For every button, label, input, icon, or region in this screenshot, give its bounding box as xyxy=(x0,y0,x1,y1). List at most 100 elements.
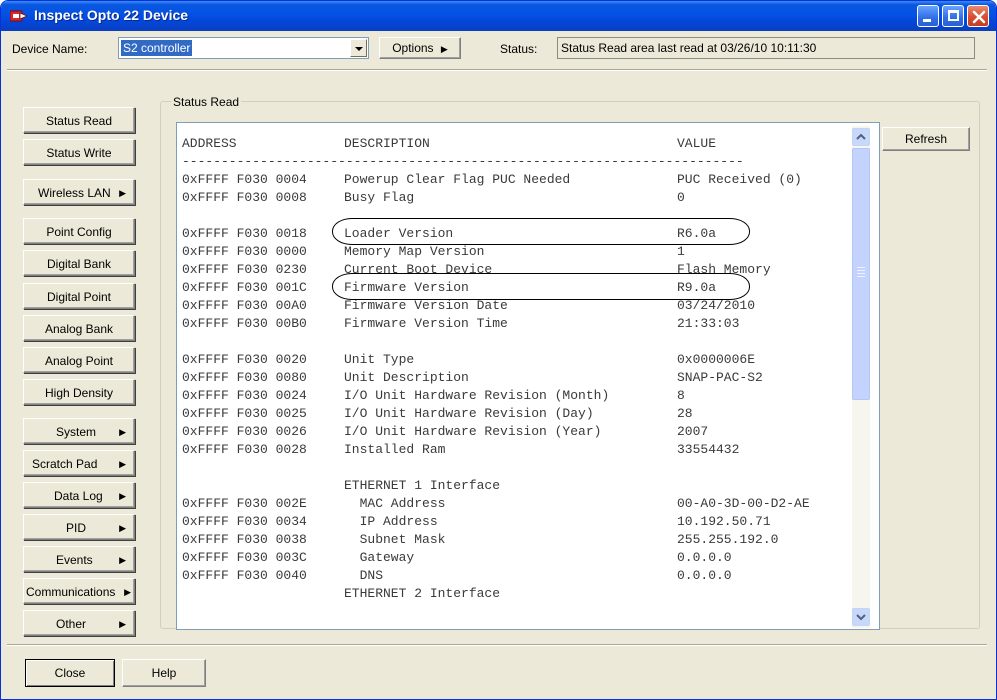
row-address: 0xFFFF F030 00A0 xyxy=(182,298,307,313)
device-name-label: Device Name: xyxy=(12,42,88,56)
row-address: 0xFFFF F030 003C xyxy=(182,550,307,565)
row-address: 0xFFFF F030 0080 xyxy=(182,370,307,385)
row-value: 28 xyxy=(677,406,693,421)
row-value: 0 xyxy=(677,190,685,205)
sidebar-item-digital-point[interactable]: Digital Point xyxy=(23,283,135,309)
submenu-arrow-icon: ▶ xyxy=(119,523,126,533)
row-address: 0xFFFF F030 0230 xyxy=(182,262,307,277)
grip-line xyxy=(857,273,865,274)
row-value: 21:33:03 xyxy=(677,316,740,331)
sidebar-item-high-density[interactable]: High Density xyxy=(23,379,135,405)
status-read-list[interactable]: ADDRESS DESCRIPTION VALUE --------------… xyxy=(176,122,880,630)
sidebar-item-data-log[interactable]: Data Log ▶ xyxy=(23,482,135,508)
row-value: 10.192.50.71 xyxy=(677,514,771,529)
row-description: ETHERNET 2 Interface xyxy=(344,586,501,601)
inspect-device-window: Inspect Opto 22 Device Device Name: S2 c… xyxy=(0,0,997,700)
row-value: 0.0.0.0 xyxy=(677,550,732,565)
sidebar-item-label: PID xyxy=(66,521,87,535)
sidebar-item-label: Digital Point xyxy=(46,290,112,304)
sidebar-item-label: Digital Bank xyxy=(46,257,112,271)
device-name-select[interactable]: S2 controller xyxy=(118,37,369,59)
row-value: 0.0.0.0 xyxy=(677,568,732,583)
row-address: 0xFFFF F030 0028 xyxy=(182,442,307,457)
submenu-arrow-icon: ▶ xyxy=(119,459,126,469)
row-description: ETHERNET 1 Interface xyxy=(344,478,501,493)
maximize-button[interactable] xyxy=(942,5,964,27)
status-label: Status: xyxy=(500,42,538,56)
close-window-button[interactable] xyxy=(967,5,989,27)
row-address: 0xFFFF F030 0026 xyxy=(182,424,307,439)
row-address: 0xFFFF F030 0018 xyxy=(182,226,307,241)
row-description: Subnet Mask xyxy=(344,532,446,547)
sidebar-item-wireless-lan[interactable]: Wireless LAN ▶ xyxy=(23,179,135,205)
sidebar-item-status-read[interactable]: Status Read xyxy=(23,107,135,133)
submenu-arrow-icon: ▶ xyxy=(124,587,131,597)
divider xyxy=(7,69,987,71)
sidebar-item-label: Status Write xyxy=(46,146,112,160)
options-button[interactable]: Options ▶ xyxy=(379,37,461,59)
app-icon xyxy=(10,10,28,22)
sidebar-item-label: System xyxy=(56,425,97,439)
grip-line xyxy=(857,270,865,271)
row-description: Unit Type xyxy=(344,352,415,367)
highlight-oval-firmware-version xyxy=(332,273,750,300)
sidebar-item-pid[interactable]: PID ▶ xyxy=(23,514,135,540)
row-description: Memory Map Version xyxy=(344,244,485,259)
row-description: I/O Unit Hardware Revision (Month) xyxy=(344,388,610,403)
grip-line xyxy=(857,267,865,268)
scroll-thumb[interactable] xyxy=(852,148,870,400)
scroll-up-button[interactable] xyxy=(852,128,870,146)
divider xyxy=(7,644,987,646)
sidebar-item-other[interactable]: Other ▶ xyxy=(23,610,135,636)
sidebar-item-label: Other xyxy=(56,617,87,631)
sidebar-item-label: Events xyxy=(56,553,93,567)
submenu-arrow-icon: ▶ xyxy=(119,427,126,437)
row-address: 0xFFFF F030 0000 xyxy=(182,244,307,259)
sidebar-item-analog-bank[interactable]: Analog Bank xyxy=(23,315,135,341)
row-description: Firmware Version Time xyxy=(344,316,508,331)
sidebar-item-label: Scratch Pad xyxy=(32,457,98,471)
maximize-icon xyxy=(948,10,959,21)
row-value: PUC Received (0) xyxy=(677,172,802,187)
grip-line xyxy=(857,276,865,277)
row-value: 2007 xyxy=(677,424,709,439)
submenu-arrow-icon: ▶ xyxy=(440,44,448,54)
highlight-oval-loader-version xyxy=(332,218,750,245)
sidebar-item-label: Wireless LAN xyxy=(38,186,111,200)
row-value: 0x0000006E xyxy=(677,352,756,367)
help-button[interactable]: Help xyxy=(122,659,206,687)
header-address: ADDRESS xyxy=(182,136,237,151)
row-description: Unit Description xyxy=(344,370,469,385)
sidebar-item-system[interactable]: System ▶ xyxy=(23,418,135,444)
row-address: 0xFFFF F030 002E xyxy=(182,496,307,511)
row-address: 0xFFFF F030 0024 xyxy=(182,388,307,403)
row-description: Gateway xyxy=(344,550,415,565)
header-description: DESCRIPTION xyxy=(344,136,430,151)
header-value: VALUE xyxy=(677,136,717,151)
row-address: 0xFFFF F030 0038 xyxy=(182,532,307,547)
submenu-arrow-icon: ▶ xyxy=(119,555,126,565)
sidebar-item-analog-point[interactable]: Analog Point xyxy=(23,347,135,373)
sidebar-item-scratch-pad[interactable]: Scratch Pad ▶ xyxy=(23,450,135,476)
row-address: 0xFFFF F030 0025 xyxy=(182,406,307,421)
sidebar-item-events[interactable]: Events ▶ xyxy=(23,546,135,572)
chevron-down-icon[interactable] xyxy=(350,39,367,57)
sidebar-item-status-write[interactable]: Status Write xyxy=(23,139,135,165)
status-field: Status Read area last read at 03/26/10 1… xyxy=(557,37,975,59)
sidebar-item-label: High Density xyxy=(44,386,114,400)
group-title: Status Read xyxy=(171,95,242,109)
row-description: I/O Unit Hardware Revision (Day) xyxy=(344,406,594,421)
sidebar-item-point-config[interactable]: Point Config xyxy=(23,218,135,244)
device-name-value: S2 controller xyxy=(121,40,193,56)
title-bar[interactable]: Inspect Opto 22 Device xyxy=(1,1,996,31)
sidebar-item-label: Data Log xyxy=(54,489,103,503)
row-value: 33554432 xyxy=(677,442,740,457)
scroll-down-button[interactable] xyxy=(852,608,870,626)
sidebar-item-digital-bank[interactable]: Digital Bank xyxy=(23,250,135,276)
sidebar-item-communications[interactable]: Communications ▶ xyxy=(23,578,135,604)
vertical-scrollbar[interactable] xyxy=(852,126,870,628)
refresh-button[interactable]: Refresh xyxy=(882,127,970,151)
row-address: 0xFFFF F030 00B0 xyxy=(182,316,307,331)
close-button[interactable]: Close xyxy=(25,659,115,687)
minimize-button[interactable] xyxy=(917,5,939,27)
